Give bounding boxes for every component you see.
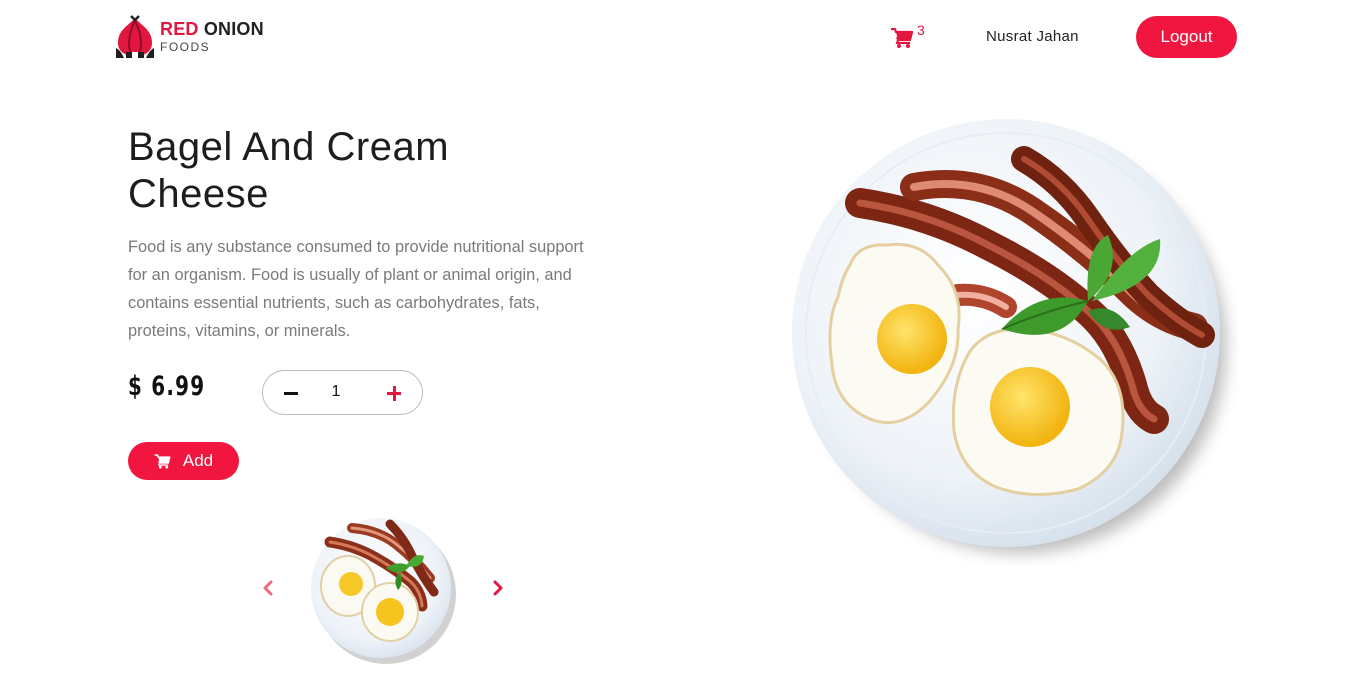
cart-count-badge: 3 — [917, 22, 925, 38]
increase-quantity-button[interactable] — [382, 381, 406, 405]
logo-sub: FOODS — [160, 39, 211, 54]
chevron-right-icon[interactable] — [487, 578, 507, 598]
logo-text: RED ONION FOODS — [160, 20, 264, 53]
product-description: Food is any substance consumed to provid… — [128, 238, 584, 340]
cart-icon — [891, 28, 914, 48]
header: RED ONION FOODS 3 Nusrat Jahan Logout — [0, 0, 1366, 74]
decrease-quantity-button[interactable] — [279, 381, 303, 405]
logout-button[interactable]: Logout — [1136, 16, 1237, 58]
add-to-cart-button[interactable]: Add — [128, 442, 239, 480]
chevron-left-icon[interactable] — [259, 578, 279, 598]
onion-icon — [116, 15, 154, 58]
cart-button[interactable]: 3 — [888, 22, 932, 50]
logo[interactable]: RED ONION FOODS — [114, 14, 274, 58]
logo-brand-dark: ONION — [203, 18, 264, 39]
user-name[interactable]: Nusrat Jahan — [986, 28, 1079, 45]
logo-brand: RED ONION — [160, 20, 264, 38]
quantity-value: 1 — [331, 383, 341, 400]
product-price: $ 6.99 — [128, 371, 206, 402]
product-thumbnail[interactable] — [306, 512, 458, 664]
product-title: Bagel And Cream Cheese — [128, 125, 450, 216]
product-hero-image — [792, 119, 1226, 553]
quantity-stepper: 1 — [262, 370, 423, 415]
logo-brand-red: RED — [160, 18, 199, 39]
cart-icon — [154, 453, 171, 469]
add-button-label: Add — [182, 451, 214, 470]
